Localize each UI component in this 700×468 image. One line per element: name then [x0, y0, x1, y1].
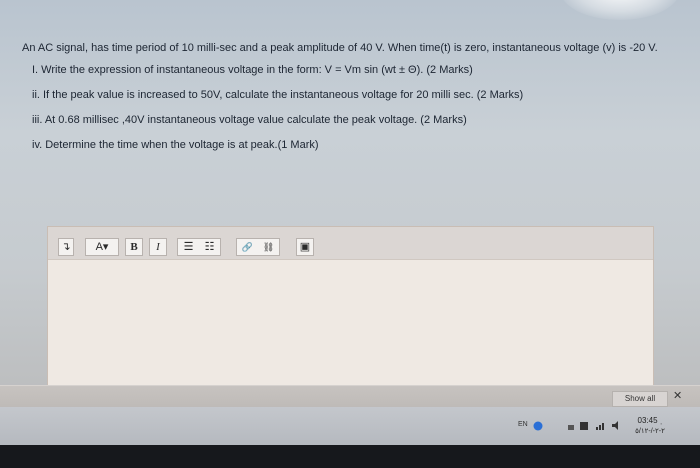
bullet-list-icon[interactable]: ☰: [178, 239, 199, 255]
monitor-bezel: [0, 445, 700, 468]
font-color-button[interactable]: A▾: [85, 238, 119, 256]
help-icon[interactable]: [533, 421, 543, 431]
answer-editor: ↴ A▾ B I ☰ ☷ 🔗 ⛓ ▣: [47, 226, 654, 391]
question-item-4: iv. Determine the time when the voltage …: [32, 139, 319, 151]
screen-glare: [560, 0, 680, 20]
italic-button[interactable]: I: [149, 238, 167, 256]
question-list: I. Write the expression of instantaneous…: [22, 62, 662, 153]
question-item-2: ii. If the peak value is increased to 50…: [32, 89, 524, 101]
bold-button[interactable]: B: [125, 238, 143, 256]
answer-text-area[interactable]: [48, 260, 653, 390]
editor-toolbar: ↴ A▾ B I ☰ ☷ 🔗 ⛓ ▣: [48, 227, 653, 260]
taskbar: EN 03:45 ˌ ٢-٢-/-٥/١٢: [0, 407, 700, 445]
question-item-3: iii. At 0.68 millisec ,40V instantaneous…: [32, 114, 467, 126]
question-item-1: I. Write the expression of instantaneous…: [32, 64, 473, 76]
system-clock[interactable]: 03:45 ˌ ٢-٢-/-٥/١٢: [620, 415, 680, 437]
close-icon[interactable]: ✕: [673, 389, 682, 402]
numbered-list-icon[interactable]: ☷: [199, 239, 220, 255]
question-intro: An AC signal, has time period of 10 mill…: [22, 42, 658, 54]
question-text: An AC signal, has time period of 10 mill…: [22, 40, 662, 162]
list-buttons: ☰ ☷: [177, 238, 221, 256]
language-indicator[interactable]: EN: [518, 421, 528, 428]
show-all-button[interactable]: Show all: [612, 391, 668, 407]
browser-page: An AC signal, has time period of 10 mill…: [0, 0, 700, 445]
paragraph-format-button[interactable]: ↴: [58, 238, 74, 256]
unlink-icon[interactable]: ⛓: [258, 239, 279, 255]
download-bar: Show all ✕: [0, 385, 700, 408]
clock-time: 03:45 ˌ: [637, 416, 663, 425]
link-icon[interactable]: 🔗: [237, 239, 258, 255]
image-icon[interactable]: ▣: [296, 238, 314, 256]
link-buttons: 🔗 ⛓: [236, 238, 280, 256]
clock-date: ٢-٢-/-٥/١٢: [635, 428, 665, 435]
